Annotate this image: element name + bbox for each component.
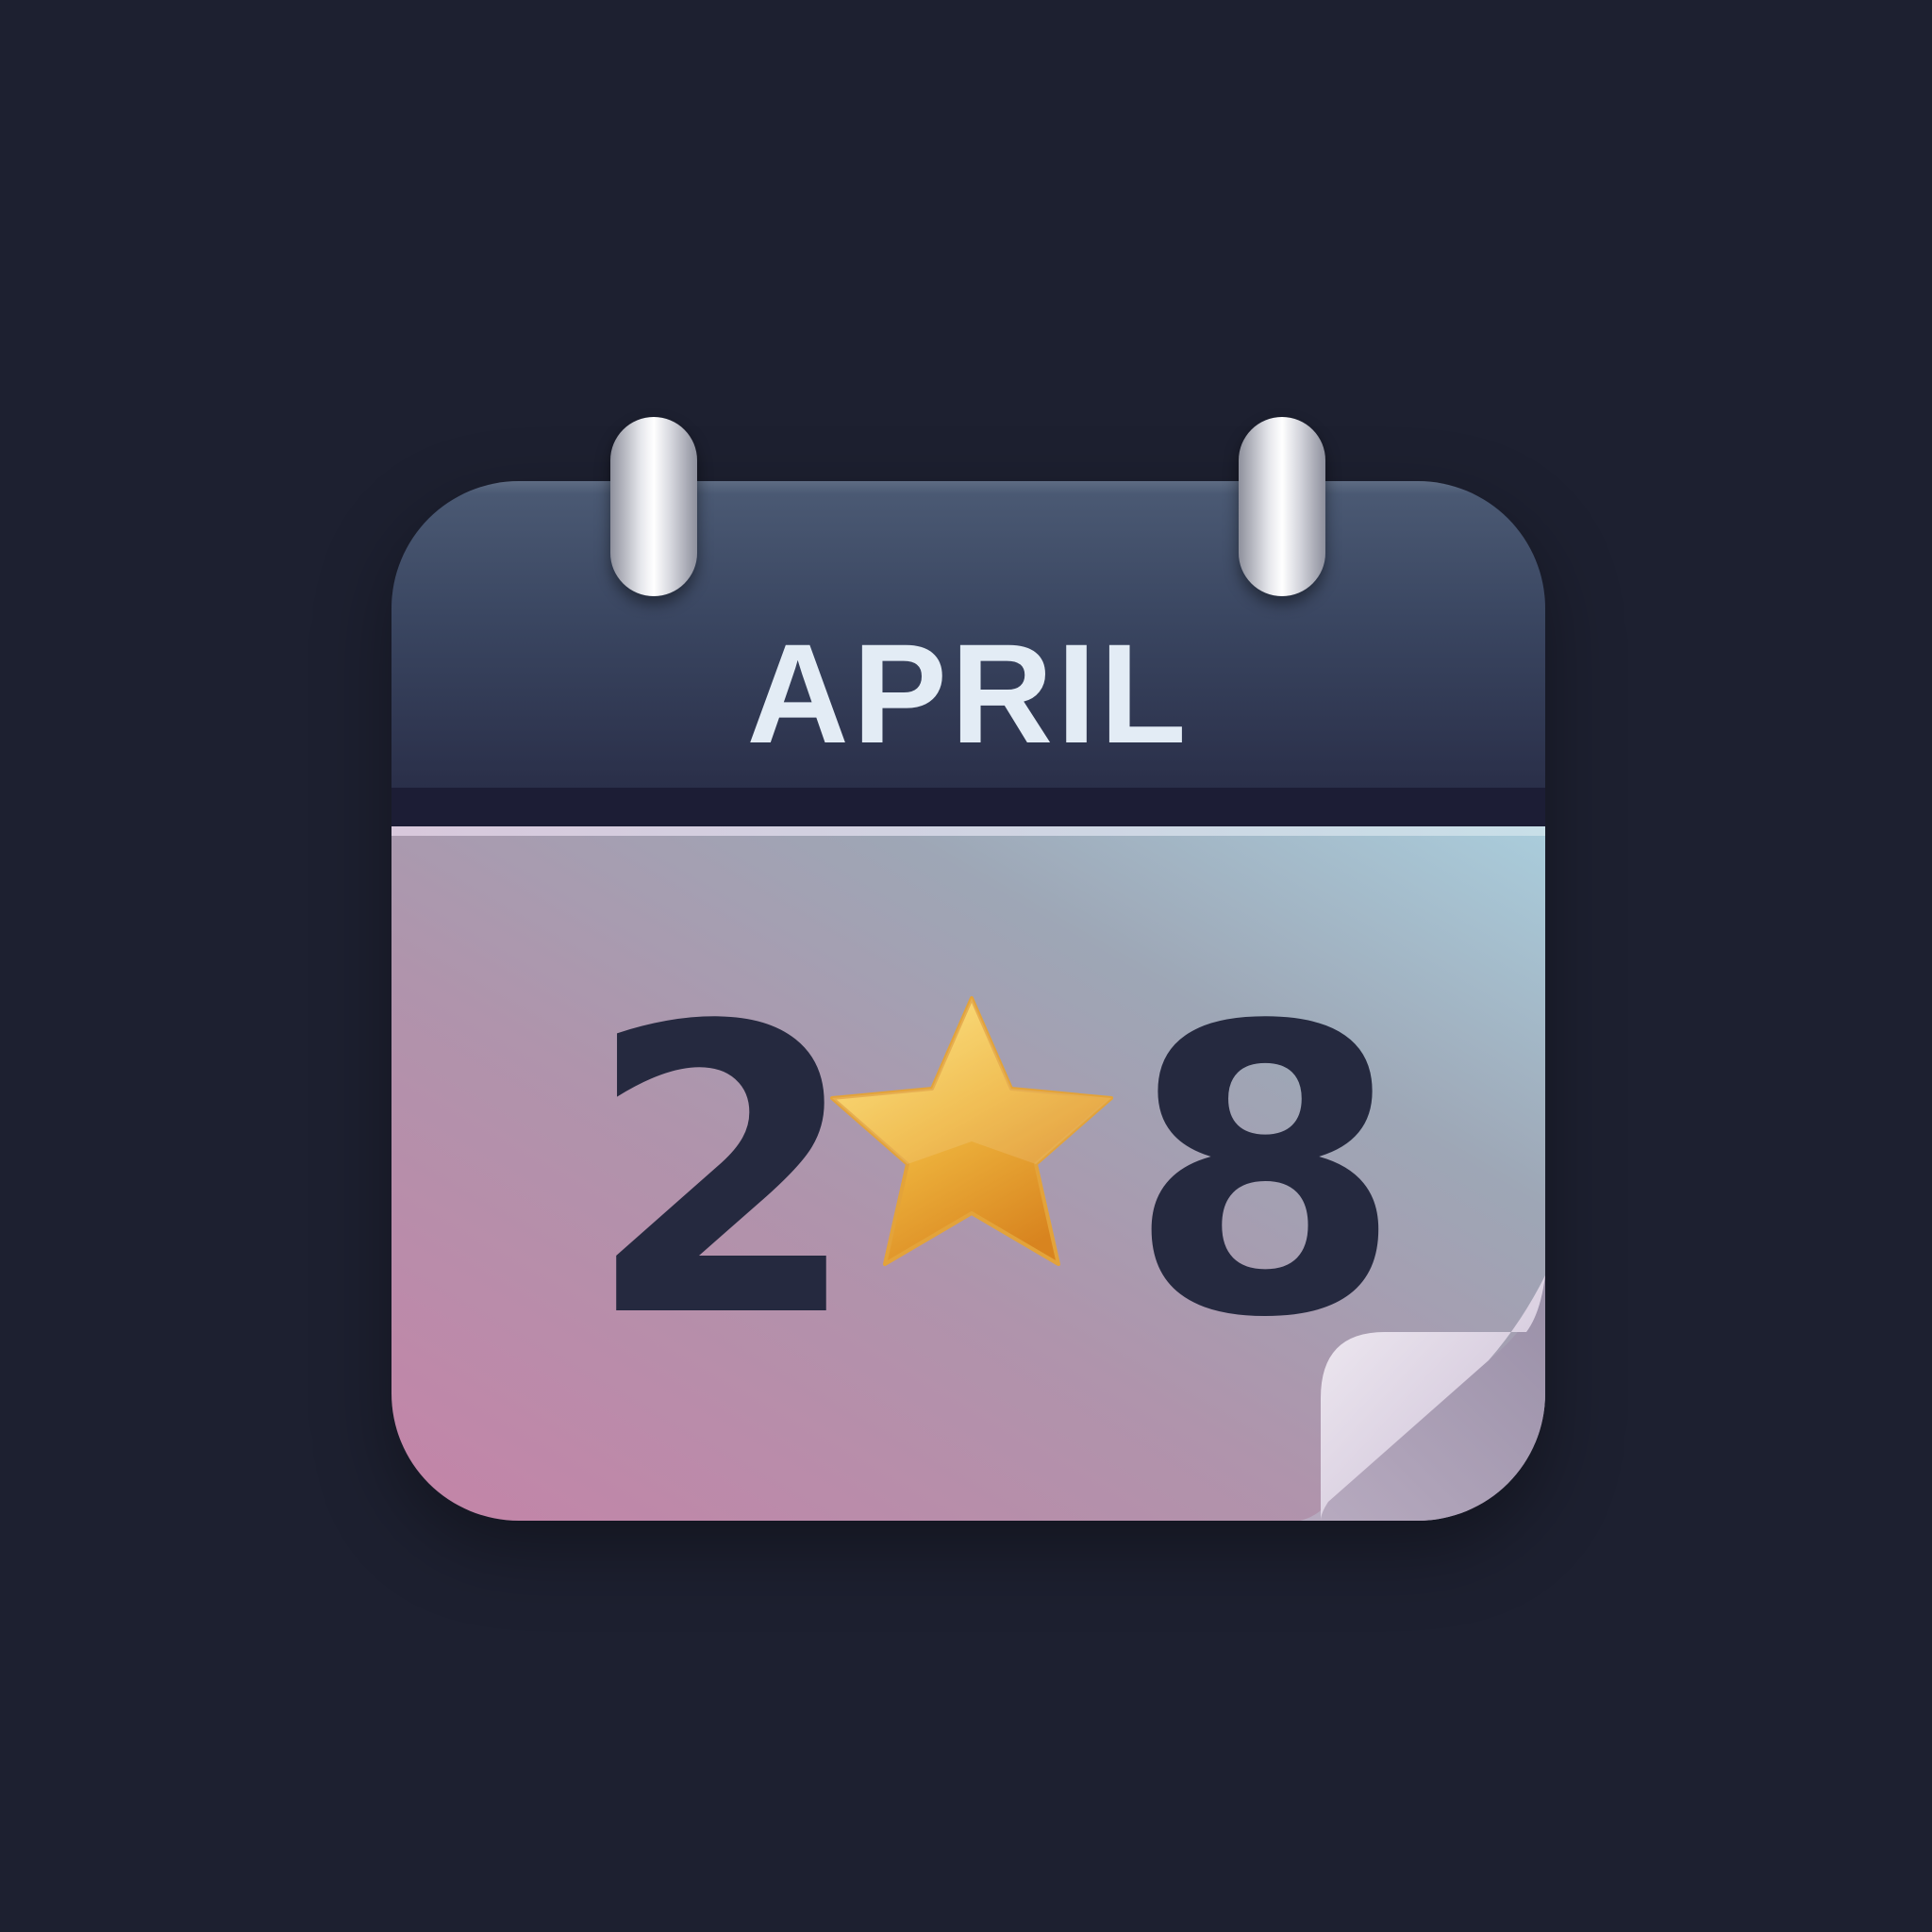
calendar-icon: APRIL 2 8 <box>391 481 1545 1521</box>
binder-post-left <box>610 417 697 596</box>
calendar-header: APRIL <box>391 481 1545 788</box>
page-curl <box>1300 1275 1545 1521</box>
month-label: APRIL <box>746 614 1191 773</box>
day-digit-first: 2 <box>585 943 861 1405</box>
binder-post-right <box>1239 417 1325 596</box>
icon-canvas: APRIL 2 8 <box>0 0 1932 1932</box>
star-icon <box>821 991 1123 1292</box>
